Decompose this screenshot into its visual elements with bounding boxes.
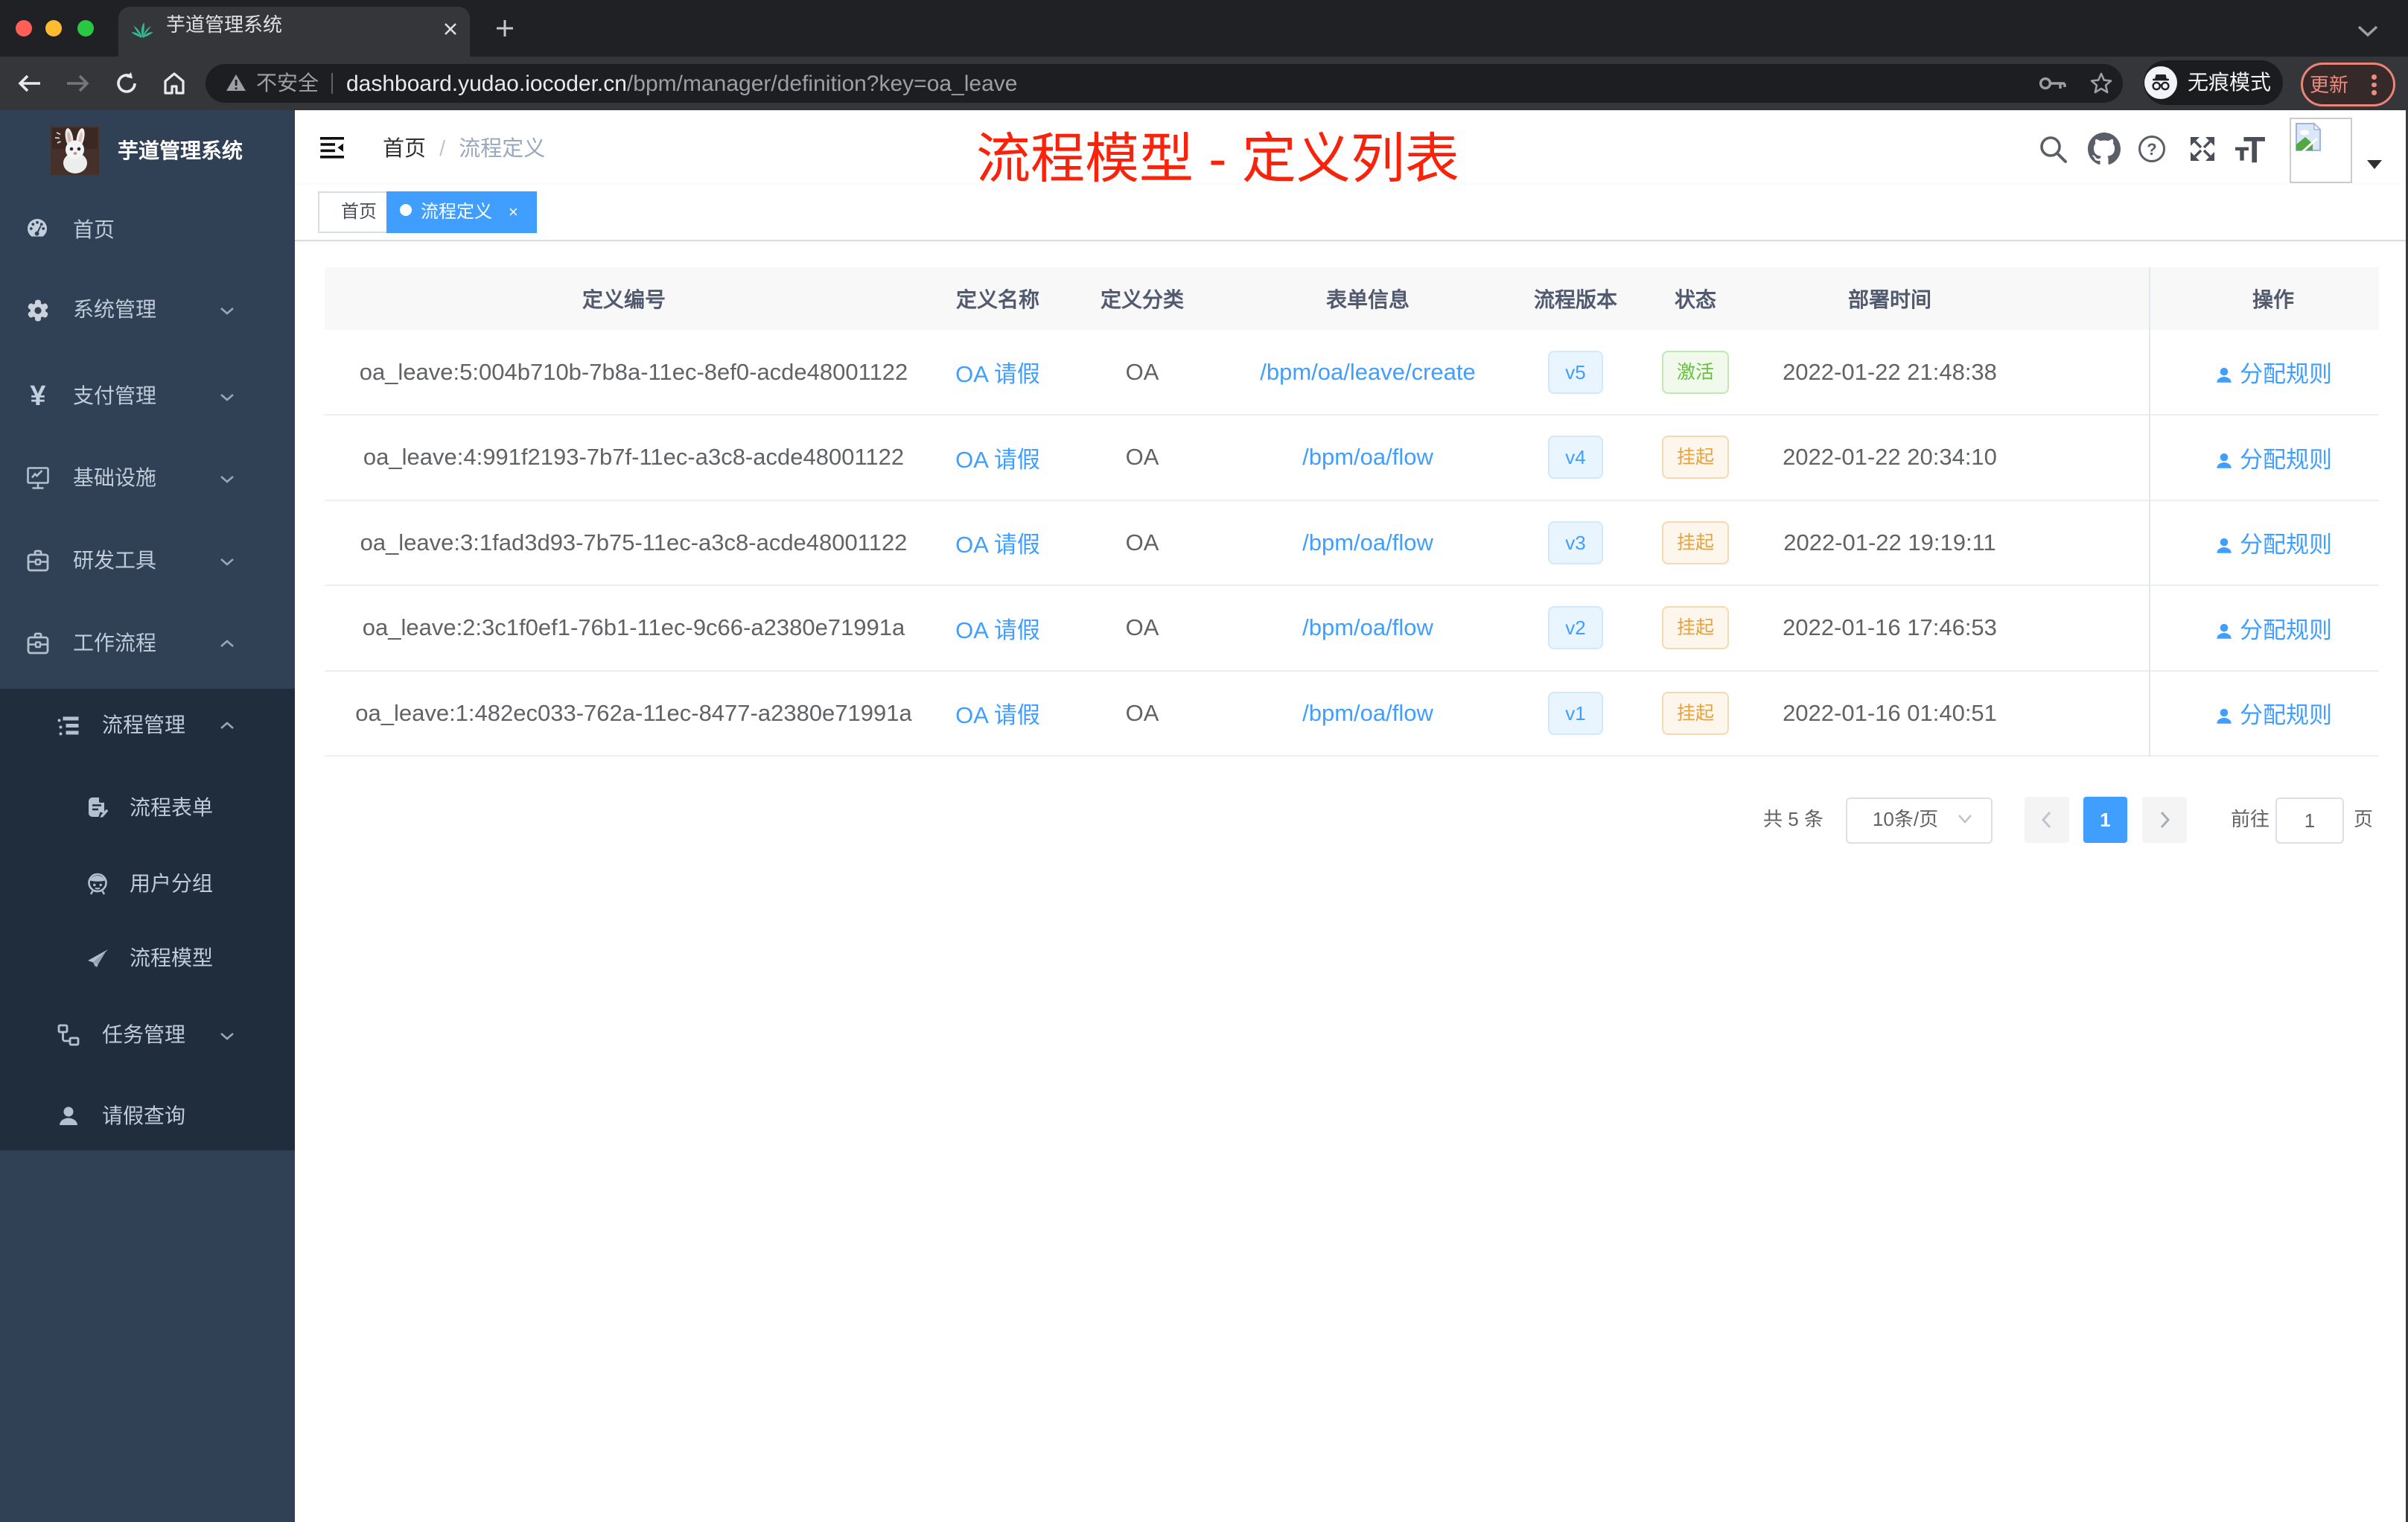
svg-text:?: ? (2147, 140, 2156, 159)
